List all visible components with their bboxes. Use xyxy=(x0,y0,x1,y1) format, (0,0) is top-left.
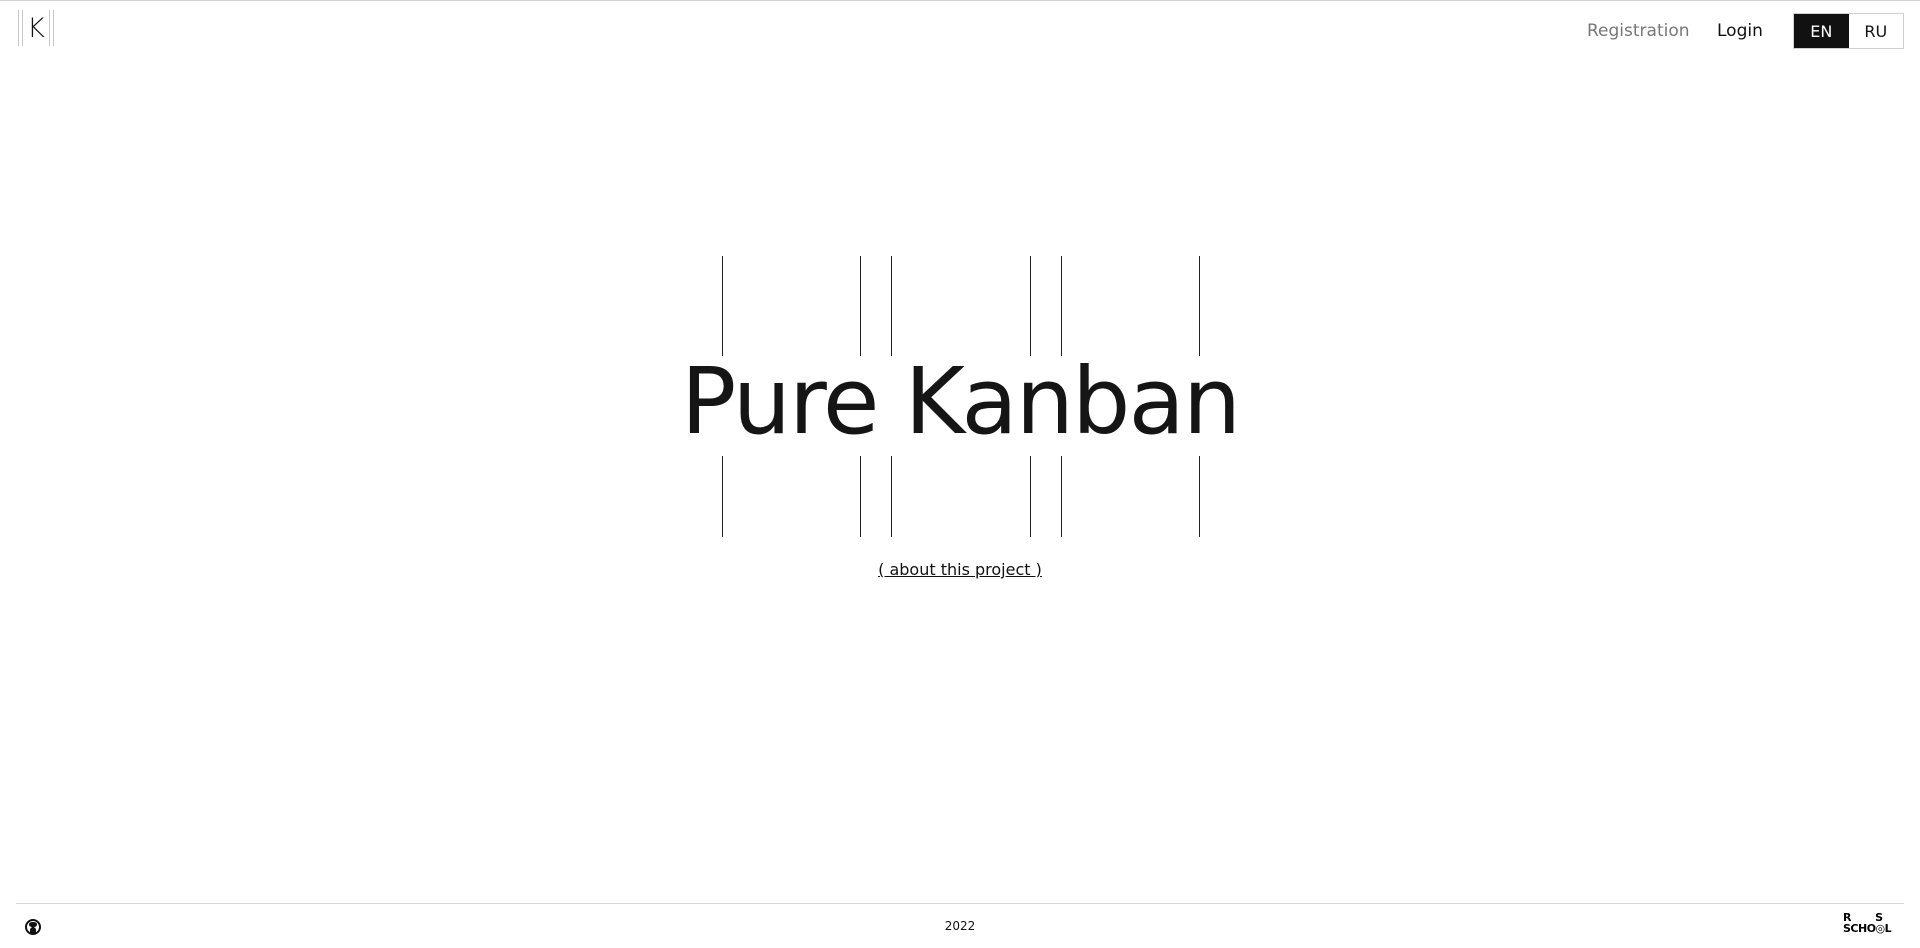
about-project-container: ( about this project ) xyxy=(0,560,1920,580)
lang-button-en[interactable]: EN xyxy=(1794,14,1849,48)
hero-column-lines xyxy=(0,0,1920,948)
hero-line xyxy=(860,456,861,537)
hero-line xyxy=(722,456,723,537)
app-logo[interactable]: K xyxy=(18,8,54,48)
logo-line xyxy=(53,10,54,46)
lang-button-ru[interactable]: RU xyxy=(1848,14,1903,48)
logo-line xyxy=(22,10,23,46)
login-link[interactable]: Login xyxy=(1717,20,1763,42)
hero-line xyxy=(1061,256,1062,356)
top-border xyxy=(0,0,1920,1)
logo-letter: K xyxy=(27,12,45,44)
registration-link[interactable]: Registration xyxy=(1587,20,1690,42)
hero-line xyxy=(891,256,892,356)
footer-divider xyxy=(16,903,1904,904)
hero-line xyxy=(860,256,861,356)
logo-line xyxy=(18,10,19,46)
footer-year: 2022 xyxy=(944,919,976,933)
language-switcher: EN RU xyxy=(1793,13,1904,49)
logo-line xyxy=(49,10,50,46)
rs-logo-row: SCHO◎L xyxy=(1843,922,1892,935)
hero-line xyxy=(1061,456,1062,537)
hero-line xyxy=(1030,456,1031,537)
hero-line xyxy=(891,456,892,537)
about-project-link[interactable]: ( about this project ) xyxy=(878,560,1042,579)
hero-line xyxy=(1199,256,1200,356)
hero-line xyxy=(1030,256,1031,356)
hero-line xyxy=(1199,456,1200,537)
rs-school-logo[interactable]: RS SCHO◎L xyxy=(1843,912,1903,938)
hero-title: Pure Kanban xyxy=(680,348,1241,455)
hero-line xyxy=(722,256,723,356)
